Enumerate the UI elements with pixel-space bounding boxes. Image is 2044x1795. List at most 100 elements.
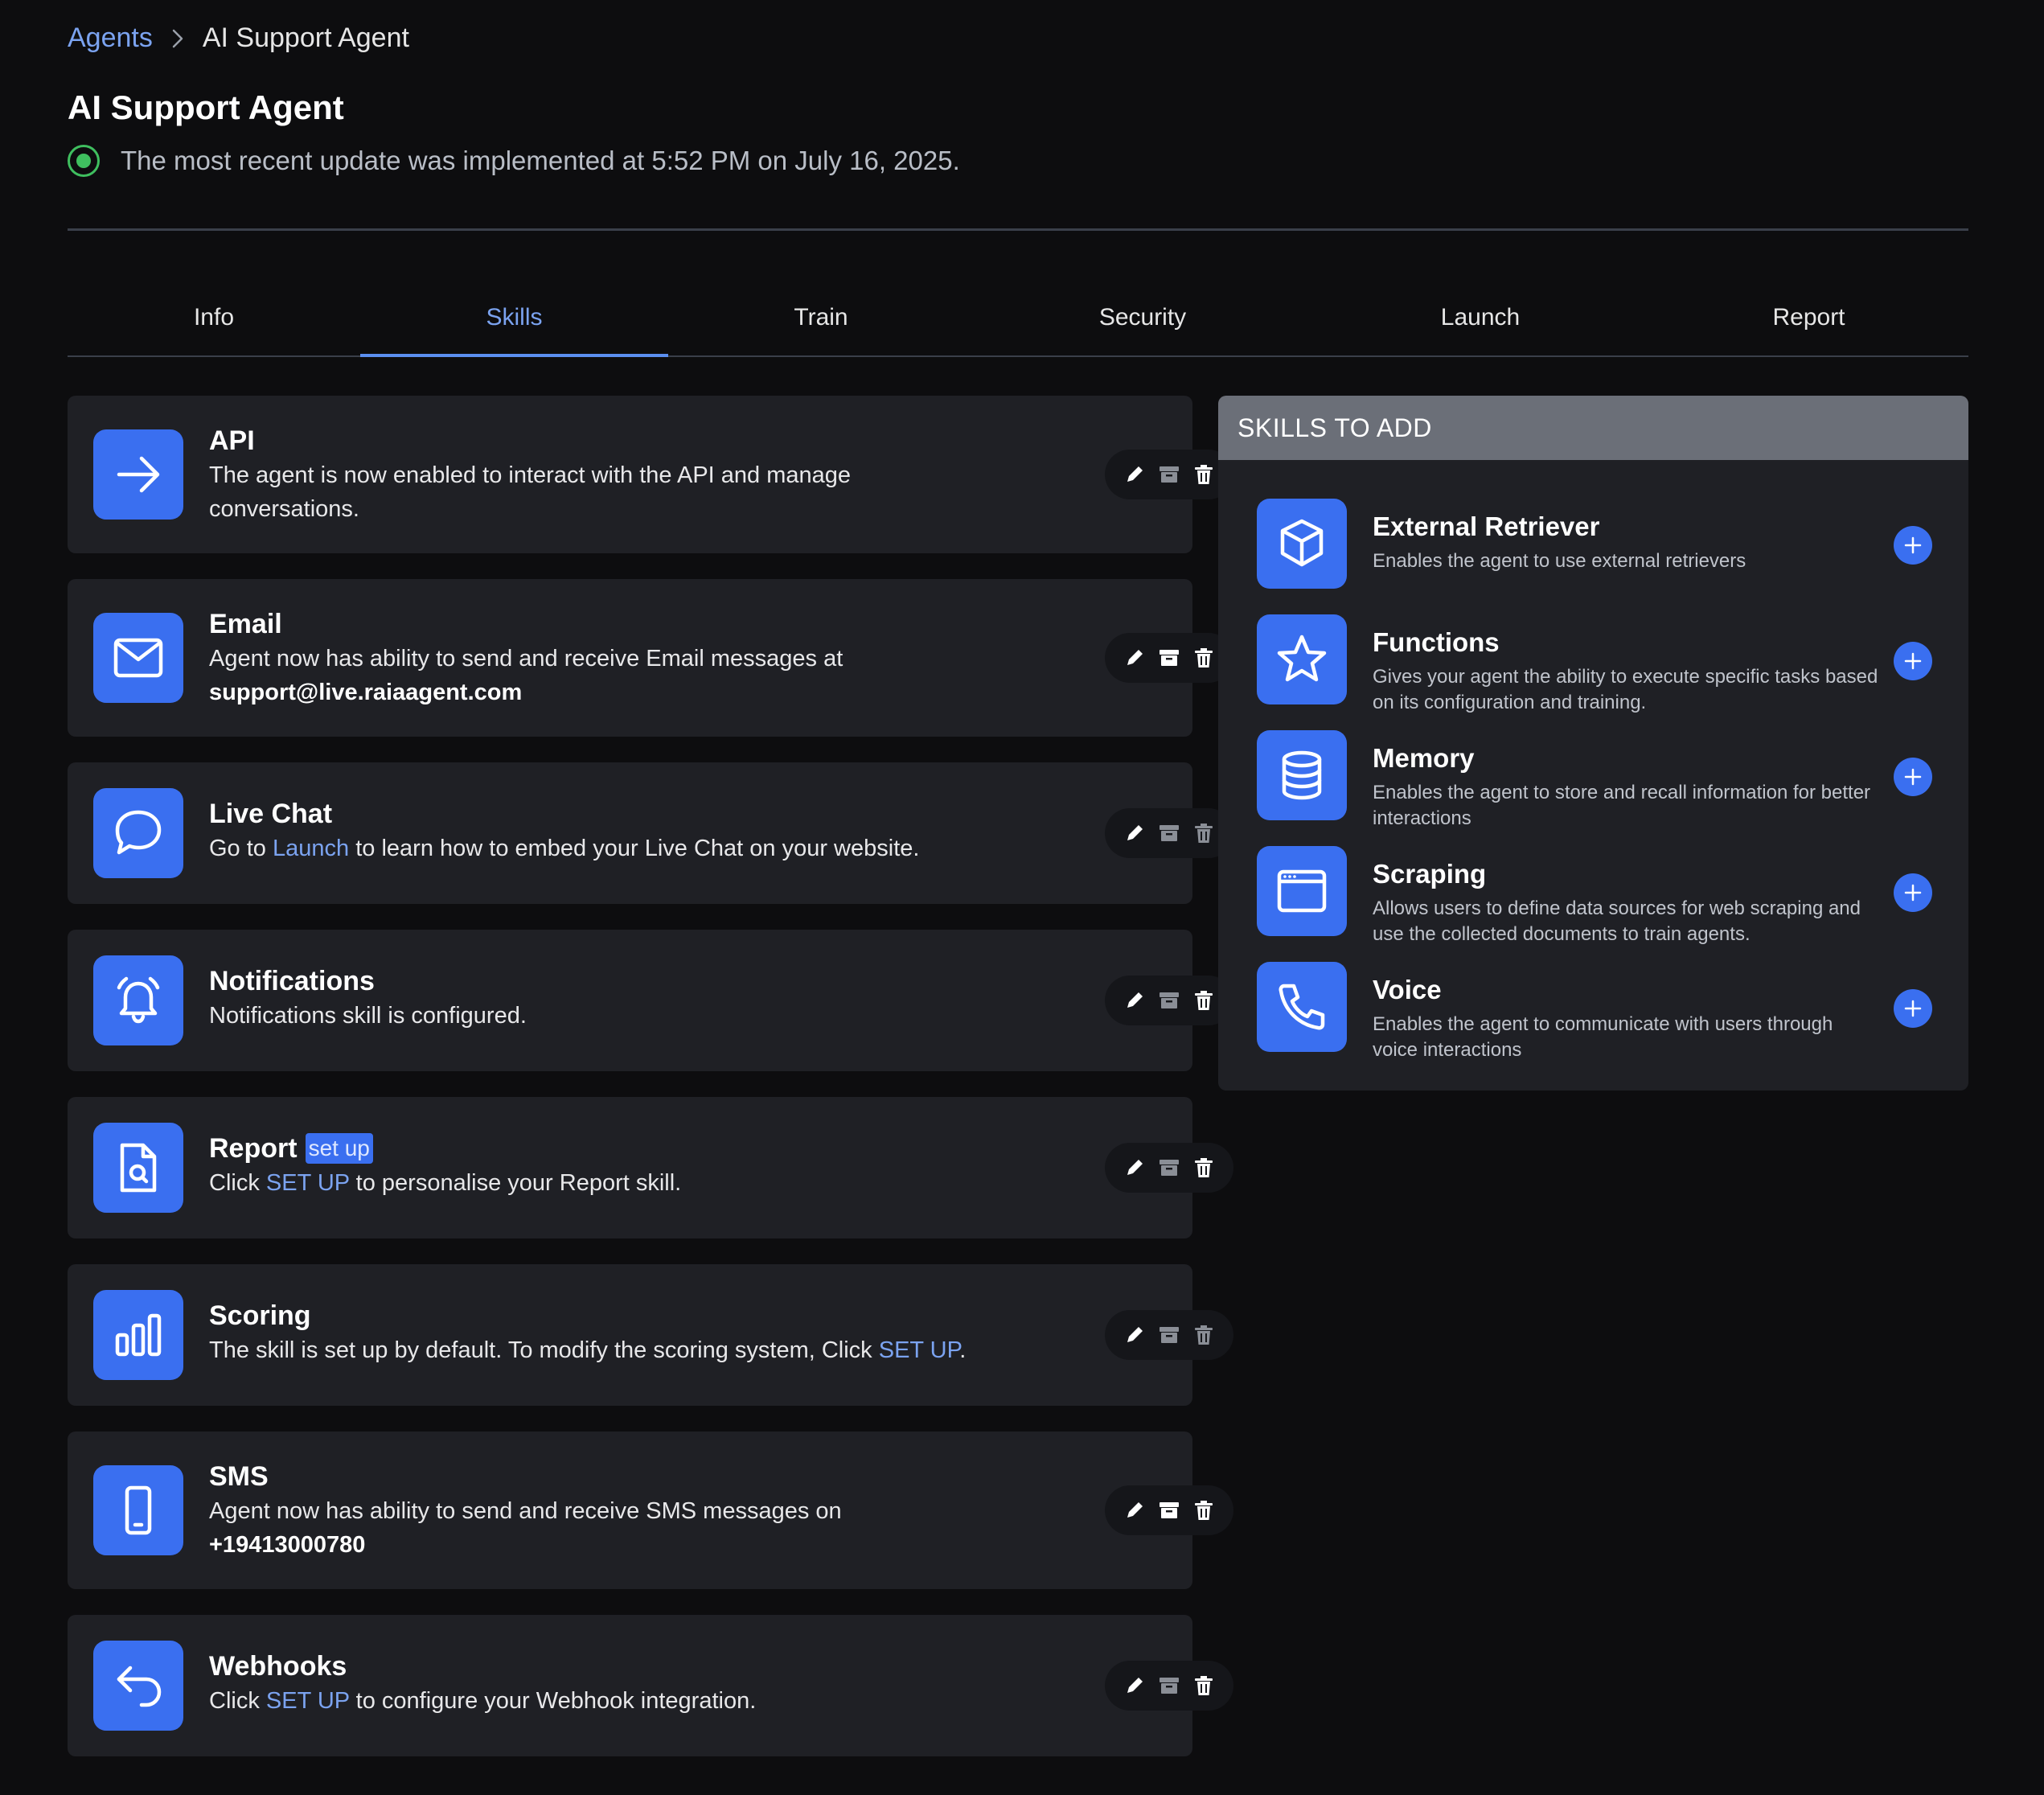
skill-actions (1105, 633, 1233, 683)
delete-button[interactable] (1190, 461, 1217, 488)
skill-card-scoring: Scoring The skill is set up by default. … (68, 1264, 1233, 1406)
tab-launch[interactable]: Launch (1311, 286, 1649, 357)
skill-card-api: API The agent is now enabled to interact… (68, 396, 1233, 553)
add-skill-button[interactable] (1894, 989, 1932, 1028)
archive-button[interactable] (1155, 819, 1183, 847)
trash-icon (1194, 1676, 1213, 1695)
tab-skills[interactable]: Skills (360, 286, 668, 357)
add-skill-button[interactable] (1894, 873, 1932, 912)
mobile-phone-icon (93, 1465, 183, 1555)
breadcrumb: Agents AI Support Agent (68, 23, 409, 54)
archive-icon (1159, 1160, 1179, 1176)
tab-train[interactable]: Train (668, 286, 974, 357)
add-skill-button[interactable] (1894, 642, 1932, 680)
email-address: support@live.raiaagent.com (209, 680, 523, 705)
skill-title: Notifications (209, 966, 375, 996)
setup-link[interactable]: SET UP (266, 1688, 350, 1714)
skill-description: Agent now has ability to send and receiv… (209, 642, 983, 709)
delete-button[interactable] (1190, 1672, 1217, 1699)
archive-button[interactable] (1155, 987, 1183, 1014)
pencil-icon (1127, 992, 1143, 1008)
pencil-icon (1127, 825, 1143, 840)
skill-description-text: to configure your Webhook integration. (355, 1688, 757, 1714)
add-skill-title: Voice (1373, 975, 1442, 1004)
skill-description-text: Agent now has ability to send and receiv… (209, 1498, 842, 1524)
edit-button[interactable] (1121, 1154, 1148, 1181)
archive-button[interactable] (1155, 461, 1183, 488)
delete-button[interactable] (1190, 1154, 1217, 1181)
skill-description: The skill is set up by default. To modif… (209, 1333, 999, 1367)
edit-button[interactable] (1121, 1321, 1148, 1349)
document-search-icon (93, 1123, 183, 1213)
setup-badge[interactable]: set up (305, 1133, 373, 1164)
trash-icon (1194, 824, 1213, 843)
skill-description: Click SET UP to personalise your Report … (209, 1166, 983, 1200)
tab-info[interactable]: Info (68, 286, 360, 357)
add-skill-voice: Voice Enables the agent to communicate w… (1257, 962, 1932, 1061)
skill-description-text: . (959, 1337, 967, 1363)
trash-icon (1194, 1325, 1213, 1345)
arrow-right-icon (93, 429, 183, 520)
skill-actions (1105, 1661, 1233, 1711)
delete-button[interactable] (1190, 644, 1217, 672)
add-skill-button[interactable] (1894, 526, 1932, 565)
breadcrumb-agents-link[interactable]: Agents (68, 23, 153, 54)
skill-description-text: The skill is set up by default. To modif… (209, 1337, 872, 1363)
add-skill-title: External Retriever (1373, 511, 1600, 541)
setup-link[interactable]: SET UP (879, 1337, 959, 1363)
tab-security[interactable]: Security (974, 286, 1311, 357)
add-skill-functions: Functions Gives your agent the ability t… (1257, 614, 1932, 713)
add-skill-description: Enables the agent to communicate with us… (1373, 1013, 1833, 1061)
skill-description-text: Agent now has ability to send and receiv… (209, 646, 843, 672)
add-skill-title: Memory (1373, 743, 1475, 773)
pencil-icon (1127, 466, 1143, 482)
trash-icon (1194, 648, 1213, 667)
edit-button[interactable] (1121, 461, 1148, 488)
envelope-icon (93, 613, 183, 703)
skill-actions (1105, 1310, 1233, 1360)
skill-description: Click SET UP to configure your Webhook i… (209, 1684, 983, 1718)
edit-button[interactable] (1121, 1672, 1148, 1699)
skill-description: Go to Launch to learn how to embed your … (209, 832, 983, 865)
skill-title: SMS (209, 1461, 269, 1492)
skills-to-add-panel: SKILLS TO ADD External Retriever Enables… (1218, 396, 1968, 1091)
breadcrumb-current: AI Support Agent (202, 23, 409, 53)
phone-icon (1257, 962, 1347, 1052)
launch-link[interactable]: Launch (273, 836, 349, 861)
skill-title-text: Report (209, 1133, 298, 1164)
chevron-right-icon (170, 28, 185, 49)
delete-button[interactable] (1190, 1497, 1217, 1524)
skill-actions (1105, 450, 1233, 499)
archive-icon (1159, 466, 1179, 483)
skill-title: Email (209, 609, 282, 639)
delete-button[interactable] (1190, 1321, 1217, 1349)
archive-button[interactable] (1155, 1497, 1183, 1524)
archive-button[interactable] (1155, 1154, 1183, 1181)
status-text: The most recent update was implemented a… (121, 146, 960, 175)
skill-title: Report set up (209, 1131, 983, 1166)
pencil-icon (1127, 650, 1143, 665)
edit-button[interactable] (1121, 819, 1148, 847)
plus-icon (1904, 1000, 1922, 1017)
add-skill-description: Enables the agent to store and recall in… (1373, 782, 1871, 829)
phone-number: +19413000780 (209, 1532, 366, 1558)
edit-button[interactable] (1121, 644, 1148, 672)
panel-heading: SKILLS TO ADD (1218, 396, 1968, 460)
archive-button[interactable] (1155, 1321, 1183, 1349)
archive-button[interactable] (1155, 644, 1183, 672)
add-skill-button[interactable] (1894, 758, 1932, 796)
edit-button[interactable] (1121, 1497, 1148, 1524)
delete-button[interactable] (1190, 819, 1217, 847)
tab-bar: Info Skills Train Security Launch Report (68, 286, 1968, 357)
skill-description-text: Click (209, 1170, 260, 1196)
setup-link[interactable]: SET UP (266, 1170, 350, 1196)
archive-icon (1159, 1327, 1179, 1343)
add-skill-external-retriever: External Retriever Enables the agent to … (1257, 499, 1932, 589)
skill-card-notifications: Notifications Notifications skill is con… (68, 930, 1233, 1071)
add-skill-title: Scraping (1373, 859, 1487, 889)
tab-report[interactable]: Report (1649, 286, 1968, 357)
edit-button[interactable] (1121, 987, 1148, 1014)
archive-button[interactable] (1155, 1672, 1183, 1699)
skill-card-sms: SMS Agent now has ability to send and re… (68, 1431, 1233, 1589)
delete-button[interactable] (1190, 987, 1217, 1014)
